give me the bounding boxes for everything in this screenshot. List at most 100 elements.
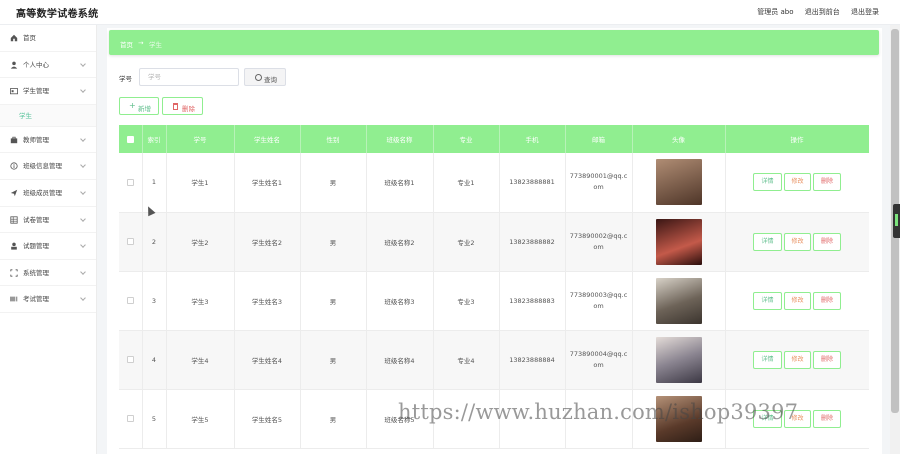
- app-title: 高等数学试卷系统: [16, 9, 99, 20]
- column-header: 性别: [300, 125, 367, 153]
- row-delete-button[interactable]: 删除: [813, 350, 841, 369]
- cell-actions: 详情 修改 删除: [725, 153, 869, 213]
- logout-link[interactable]: 退出登录: [851, 8, 879, 16]
- table-row: 2 学生2 学生姓名2 男 班级名称2 专业2 13823888882 7738…: [119, 212, 869, 272]
- chevron-down-icon: [80, 60, 86, 67]
- cell-index: 4: [142, 330, 167, 390]
- delete-button-label: 删除: [182, 105, 195, 113]
- edit-button[interactable]: 修改: [784, 350, 811, 369]
- row-delete-button[interactable]: 删除: [813, 409, 841, 428]
- row-delete-button[interactable]: 删除: [813, 291, 841, 310]
- search-input[interactable]: [139, 68, 239, 86]
- table-header-row: 索引 学号 学生姓名 性别 班级名称 专业 手机 邮箱 头像 操作: [119, 125, 869, 153]
- id-card-icon: [10, 88, 18, 95]
- edit-button[interactable]: 修改: [784, 291, 811, 310]
- row-checkbox[interactable]: [126, 238, 134, 245]
- cell-gender: 男: [300, 330, 367, 390]
- detail-button[interactable]: 详情: [753, 291, 782, 310]
- email-line: 773890003@qq.c: [569, 290, 628, 299]
- sidebar-item-label: 考试管理: [23, 295, 49, 304]
- barcode-icon: [10, 296, 18, 302]
- email-line: 773890001@qq.c: [569, 172, 628, 181]
- cell-phone: 13823888881: [499, 153, 566, 213]
- sidebar-item-question-management[interactable]: 试题管理: [0, 233, 96, 260]
- info-circle-icon: [10, 162, 18, 170]
- cell-gender: 男: [300, 212, 367, 272]
- sidebar-item-student-management[interactable]: 学生管理: [0, 78, 96, 105]
- chevron-down-icon: [80, 135, 86, 142]
- table-row: 3 学生3 学生姓名3 男 班级名称3 专业3 13823888883 7738…: [119, 271, 869, 331]
- row-checkbox[interactable]: [126, 297, 134, 304]
- cell-phone: 13823888884: [499, 330, 566, 390]
- search-button[interactable]: 查询: [244, 68, 286, 86]
- detail-button[interactable]: 详情: [753, 173, 782, 192]
- side-tab-indicator: [895, 214, 898, 226]
- chevron-down-icon: [80, 162, 86, 169]
- cell-student-name: 学生姓名2: [234, 212, 301, 272]
- search-icon: [255, 74, 262, 81]
- select-all-checkbox[interactable]: [126, 135, 134, 143]
- top-bar: 高等数学试卷系统 管理员 abo 退出到前台 退出登录: [0, 0, 900, 25]
- sidebar-item-system-management[interactable]: 系统管理: [0, 260, 96, 287]
- column-header: 专业: [433, 125, 500, 153]
- cell-student-name: 学生姓名1: [234, 153, 301, 213]
- add-button[interactable]: + 新增: [119, 97, 159, 115]
- row-checkbox[interactable]: [126, 178, 134, 186]
- row-delete-button[interactable]: 删除: [813, 232, 841, 251]
- edit-button[interactable]: 修改: [784, 173, 811, 192]
- search-button-label: 查询: [264, 76, 277, 84]
- cell-index: 3: [142, 271, 167, 331]
- sidebar-item-exam-management[interactable]: 考试管理: [0, 286, 96, 313]
- cell-avatar: [632, 153, 726, 213]
- sidebar-item-home[interactable]: 首页: [0, 25, 96, 52]
- sidebar-item-class-member-management[interactable]: 班级成员管理: [0, 180, 96, 207]
- cell-student-name: 学生姓名5: [234, 389, 301, 449]
- admin-user-link[interactable]: 管理员 abo: [757, 8, 793, 16]
- cell-major: 专业1: [433, 153, 500, 213]
- cell-actions: 详情 修改 删除: [725, 330, 869, 390]
- sidebar-item-exam-paper-management[interactable]: 试卷管理: [0, 207, 96, 234]
- sidebar-item-label: 教师管理: [23, 135, 49, 144]
- edit-button[interactable]: 修改: [784, 232, 811, 251]
- detail-button[interactable]: 详情: [753, 232, 782, 251]
- cell-avatar: [632, 271, 726, 331]
- cell-gender: 男: [300, 271, 367, 331]
- sidebar-item-label: 试题管理: [23, 242, 49, 251]
- avatar-image: [655, 336, 702, 383]
- chevron-down-icon: [80, 189, 86, 195]
- person-icon: [11, 242, 17, 250]
- main-panel: 首页 → 学生 学号 查询 + 新增 删除 索引 学号 学生姓名 性别: [107, 28, 882, 454]
- chevron-down-icon: [80, 295, 86, 302]
- cell-student-id: 学生5: [166, 389, 235, 449]
- sidebar-item-class-info-management[interactable]: 班级信息管理: [0, 153, 96, 180]
- sidebar-item-personal-center[interactable]: 个人中心: [0, 52, 96, 79]
- cell-avatar: [632, 330, 726, 390]
- column-header: 班级名称: [366, 125, 434, 153]
- column-header: 操作: [725, 125, 869, 153]
- chevron-down-icon: [80, 242, 86, 248]
- delete-button[interactable]: 删除: [162, 97, 203, 115]
- table-row: 4 学生4 学生姓名4 男 班级名称4 专业4 13823888884 7738…: [119, 330, 869, 390]
- breadcrumb: 首页 → 学生: [109, 30, 879, 55]
- avatar-image: [655, 277, 702, 324]
- sidebar-item-teacher-management[interactable]: 教师管理: [0, 127, 96, 154]
- expand-icon: [10, 269, 18, 277]
- row-checkbox[interactable]: [126, 415, 134, 422]
- breadcrumb-home[interactable]: 首页: [120, 39, 133, 49]
- cell-student-id: 学生1: [166, 153, 235, 213]
- top-links: 管理员 abo 退出到前台 退出登录: [748, 7, 879, 17]
- exit-to-frontend-link[interactable]: 退出到前台: [805, 8, 840, 16]
- cell-avatar: [632, 212, 726, 272]
- sidebar-item-label: 个人中心: [23, 60, 49, 69]
- column-header: 学号: [166, 125, 235, 153]
- detail-button[interactable]: 详情: [753, 350, 782, 369]
- select-all-cell: [119, 125, 143, 153]
- side-float-tab[interactable]: [893, 204, 900, 238]
- row-delete-button[interactable]: 删除: [813, 173, 841, 192]
- sidebar-subitem-student[interactable]: 学生: [0, 104, 96, 127]
- page-scrollbar[interactable]: [890, 25, 900, 454]
- row-checkbox[interactable]: [126, 356, 134, 363]
- send-icon: [10, 189, 18, 197]
- cell-email: 773890002@qq.c om: [565, 212, 633, 272]
- column-header: 学生姓名: [234, 125, 301, 153]
